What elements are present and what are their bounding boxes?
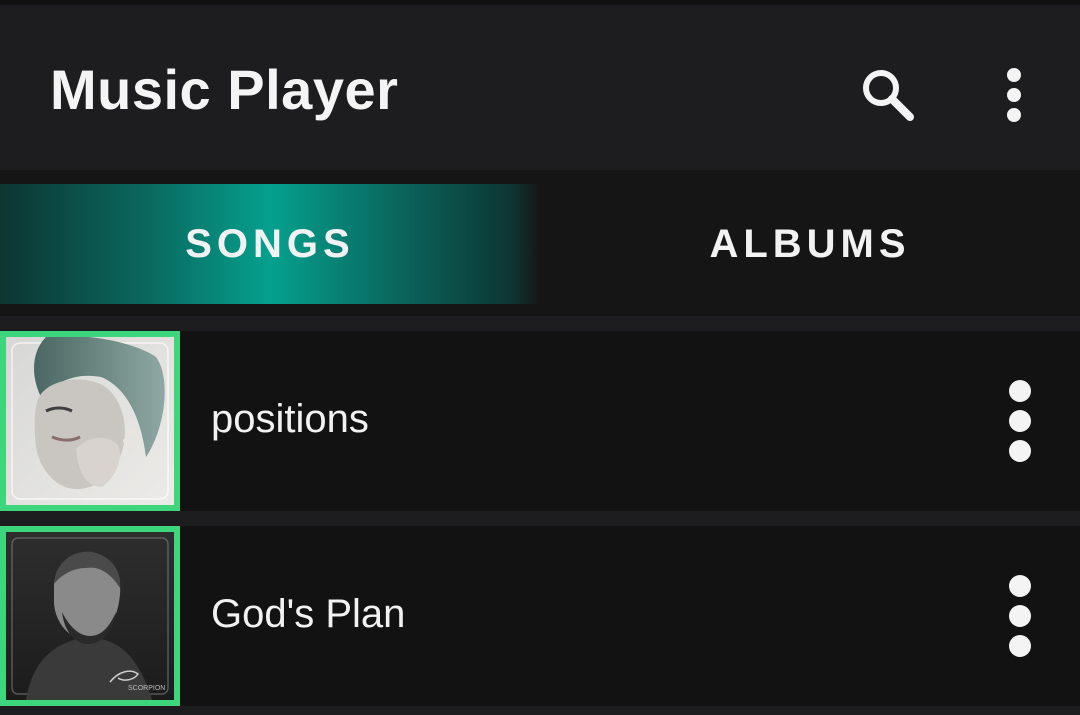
album-cover: SCORPION	[0, 526, 180, 706]
more-vertical-icon	[1009, 380, 1031, 462]
more-vertical-icon	[1009, 575, 1031, 657]
app-title: Music Player	[50, 58, 399, 121]
svg-text:SCORPION: SCORPION	[128, 685, 165, 692]
app-bar: Music Player	[0, 5, 1080, 170]
more-vertical-icon	[1007, 68, 1021, 122]
tab-albums[interactable]: ALBUMS	[540, 184, 1080, 304]
song-title: positions	[211, 397, 369, 441]
album-cover-image: SCORPION	[6, 532, 174, 700]
song-list-item[interactable]: positions	[0, 331, 1080, 511]
song-list-item[interactable]: SCORPION God's Plan	[0, 526, 1080, 706]
search-button[interactable]	[852, 63, 924, 127]
tab-bar: SONGS ALBUMS	[0, 170, 1080, 316]
search-icon	[863, 70, 914, 121]
music-player-screen: Music Player SONGS ALBUMS positions SCOR…	[0, 0, 1080, 715]
song-title: God's Plan	[211, 592, 406, 636]
overflow-menu-button[interactable]	[992, 63, 1036, 127]
tab-albums-label: ALBUMS	[709, 221, 911, 266]
album-cover-image	[6, 337, 174, 505]
tab-songs-label: SONGS	[185, 221, 355, 266]
song-list: positions SCORPION God's Plan	[0, 316, 1080, 715]
tab-songs[interactable]: SONGS	[0, 184, 540, 304]
song-menu-button[interactable]	[996, 571, 1044, 661]
song-menu-button[interactable]	[996, 376, 1044, 466]
album-cover	[0, 331, 180, 511]
